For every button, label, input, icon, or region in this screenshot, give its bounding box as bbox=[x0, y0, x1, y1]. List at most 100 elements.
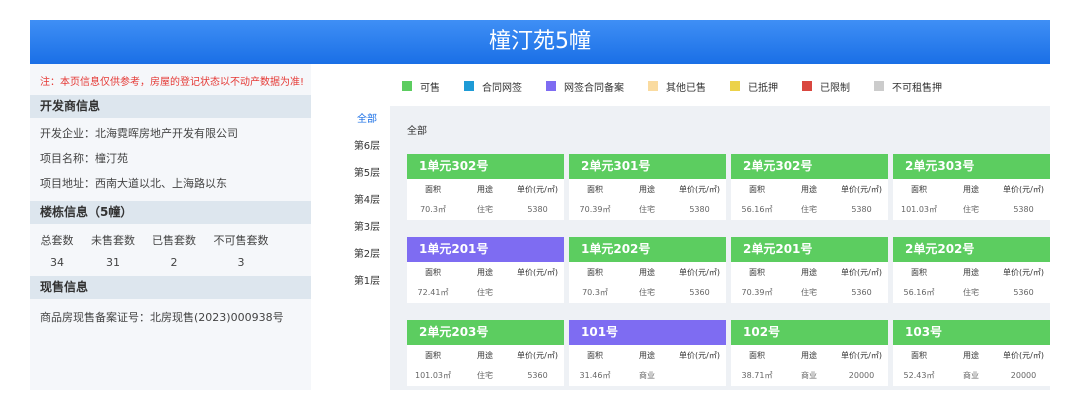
unit-card[interactable]: 2单元301号 面积 用途 单价(元/㎡) 70.39㎡ 住宅 5380 bbox=[569, 154, 726, 220]
unit-value-row: 101.03㎡ 住宅 5380 bbox=[893, 199, 1050, 219]
floor-tab[interactable]: 全部 bbox=[344, 106, 390, 133]
floor-tab[interactable]: 第1层 bbox=[344, 268, 390, 295]
unit-card[interactable]: 101号 面积 用途 单价(元/㎡) 31.46㎡ 商业 bbox=[569, 320, 726, 386]
unit-card[interactable]: 1单元201号 面积 用途 单价(元/㎡) 72.41㎡ 住宅 bbox=[407, 237, 564, 303]
unit-card[interactable]: 1单元302号 面积 用途 单价(元/㎡) 70.3㎡ 住宅 5380 bbox=[407, 154, 564, 220]
unit-name: 2单元301号 bbox=[569, 154, 726, 179]
unit-name: 2单元202号 bbox=[893, 237, 1050, 262]
floor-tabs: 全部 第6层 第5层 第4层 第3层 第2层 第1层 bbox=[344, 106, 390, 295]
unit-use: 住宅 bbox=[477, 204, 493, 214]
unit-card[interactable]: 2单元302号 面积 用途 单价(元/㎡) 56.16㎡ 住宅 5380 bbox=[731, 154, 888, 220]
use-header: 用途 bbox=[639, 350, 655, 360]
unit-header-row: 面积 用途 单价(元/㎡) bbox=[407, 262, 564, 282]
unit-use: 住宅 bbox=[801, 287, 817, 297]
legend-item: 已限制 bbox=[802, 79, 850, 94]
stat-sold: 已售套数 2 bbox=[152, 232, 196, 276]
use-header: 用途 bbox=[477, 350, 493, 360]
stat-unsold: 未售套数 31 bbox=[90, 232, 136, 276]
unit-card[interactable]: 102号 面积 用途 单价(元/㎡) 38.71㎡ 商业 20000 bbox=[731, 320, 888, 386]
developer-section-title: 开发商信息 bbox=[30, 95, 311, 118]
building-stats: 总套数 34 未售套数 31 已售套数 2 不可售套数 3 bbox=[30, 224, 311, 276]
use-header: 用途 bbox=[801, 350, 817, 360]
legend-label: 不可租售押 bbox=[892, 82, 942, 94]
use-header: 用途 bbox=[801, 267, 817, 277]
unit-area: 70.3㎡ bbox=[420, 204, 446, 214]
price-header: 单价(元/㎡) bbox=[841, 350, 882, 360]
price-header: 单价(元/㎡) bbox=[517, 184, 558, 194]
area-header: 面积 bbox=[425, 184, 441, 194]
stat-total: 总套数 34 bbox=[40, 232, 74, 276]
unit-card[interactable]: 2单元202号 面积 用途 单价(元/㎡) 56.16㎡ 住宅 5360 bbox=[893, 237, 1050, 303]
price-header: 单价(元/㎡) bbox=[679, 267, 720, 277]
legend-label: 其他已售 bbox=[666, 82, 706, 94]
unit-price: 20000 bbox=[848, 370, 875, 380]
price-header: 单价(元/㎡) bbox=[1003, 267, 1044, 277]
unit-use: 住宅 bbox=[801, 204, 817, 214]
unit-name: 2单元302号 bbox=[731, 154, 888, 179]
area-header: 面积 bbox=[911, 184, 927, 194]
area-header: 面积 bbox=[911, 267, 927, 277]
stat-value: 31 bbox=[106, 256, 120, 269]
unit-card[interactable]: 2单元303号 面积 用途 单价(元/㎡) 101.03㎡ 住宅 5380 bbox=[893, 154, 1050, 220]
unit-value-row: 38.71㎡ 商业 20000 bbox=[731, 365, 888, 385]
unit-value-row: 56.16㎡ 住宅 5380 bbox=[731, 199, 888, 219]
unit-price: 5360 bbox=[851, 287, 872, 297]
floor-tab[interactable]: 第3层 bbox=[344, 214, 390, 241]
area-header: 面积 bbox=[587, 267, 603, 277]
unit-value-row: 101.03㎡ 住宅 5360 bbox=[407, 365, 564, 385]
price-header: 单价(元/㎡) bbox=[517, 267, 558, 277]
price-header: 单价(元/㎡) bbox=[679, 350, 720, 360]
developer-info: 开发企业：北海霓晖房地产开发有限公司 项目名称：橦汀苑 项目地址：西南大道以北、… bbox=[30, 118, 311, 201]
area-header: 面积 bbox=[587, 184, 603, 194]
floor-tab[interactable]: 第5层 bbox=[344, 160, 390, 187]
floor-tab[interactable]: 第6层 bbox=[344, 133, 390, 160]
unit-value-row: 70.3㎡ 住宅 5380 bbox=[407, 199, 564, 219]
legend-swatch bbox=[464, 81, 474, 91]
unit-price: 5380 bbox=[1013, 204, 1034, 214]
unit-card[interactable]: 2单元203号 面积 用途 单价(元/㎡) 101.03㎡ 住宅 5360 bbox=[407, 320, 564, 386]
stat-label: 总套数 bbox=[40, 234, 74, 247]
unit-name: 101号 bbox=[569, 320, 726, 345]
legend-item: 其他已售 bbox=[648, 79, 706, 94]
unit-header-row: 面积 用途 单价(元/㎡) bbox=[569, 179, 726, 199]
unit-header-row: 面积 用途 单价(元/㎡) bbox=[731, 262, 888, 282]
unit-value-row: 70.39㎡ 住宅 5360 bbox=[731, 282, 888, 302]
use-header: 用途 bbox=[477, 267, 493, 277]
legend-item: 已抵押 bbox=[730, 79, 778, 94]
legend-item: 不可租售押 bbox=[874, 79, 942, 94]
legend-item: 可售 bbox=[402, 79, 440, 94]
legend-swatch bbox=[874, 81, 884, 91]
price-header: 单价(元/㎡) bbox=[841, 267, 882, 277]
unit-header-row: 面积 用途 单价(元/㎡) bbox=[569, 262, 726, 282]
legend-swatch bbox=[802, 81, 812, 91]
unit-name: 2单元203号 bbox=[407, 320, 564, 345]
unit-use: 住宅 bbox=[477, 370, 493, 380]
unit-area: 56.16㎡ bbox=[903, 287, 935, 297]
unit-use: 商业 bbox=[963, 370, 979, 380]
stat-value: 2 bbox=[170, 256, 178, 269]
legend-item: 网签合同备案 bbox=[546, 79, 624, 94]
unit-header-row: 面积 用途 单价(元/㎡) bbox=[893, 345, 1050, 365]
presale-record: 商品房现售备案证号：北房现售(2023)000938号 bbox=[40, 311, 284, 324]
notice-text: 注：本页信息仅供参考，房屋的登记状态以不动产数据为准! bbox=[40, 77, 305, 88]
unit-card[interactable]: 103号 面积 用途 单价(元/㎡) 52.43㎡ 商业 20000 bbox=[893, 320, 1050, 386]
content-title: 全部 bbox=[407, 126, 427, 137]
floor-tab[interactable]: 第4层 bbox=[344, 187, 390, 214]
floor-tab[interactable]: 第2层 bbox=[344, 241, 390, 268]
unit-area: 56.16㎡ bbox=[741, 204, 773, 214]
unit-area: 101.03㎡ bbox=[901, 204, 937, 214]
unit-name: 2单元201号 bbox=[731, 237, 888, 262]
unit-value-row: 56.16㎡ 住宅 5360 bbox=[893, 282, 1050, 302]
unit-card[interactable]: 2单元201号 面积 用途 单价(元/㎡) 70.39㎡ 住宅 5360 bbox=[731, 237, 888, 303]
unit-use: 住宅 bbox=[963, 204, 979, 214]
unit-use: 商业 bbox=[639, 370, 655, 380]
unit-price: 5380 bbox=[527, 204, 548, 214]
unit-use: 住宅 bbox=[963, 287, 979, 297]
unit-price: 5360 bbox=[1013, 287, 1034, 297]
area-header: 面积 bbox=[749, 350, 765, 360]
stat-label: 未售套数 bbox=[91, 234, 135, 247]
area-header: 面积 bbox=[425, 350, 441, 360]
unit-use: 住宅 bbox=[639, 287, 655, 297]
unit-area: 70.3㎡ bbox=[582, 287, 608, 297]
unit-card[interactable]: 1单元202号 面积 用途 单价(元/㎡) 70.3㎡ 住宅 5360 bbox=[569, 237, 726, 303]
